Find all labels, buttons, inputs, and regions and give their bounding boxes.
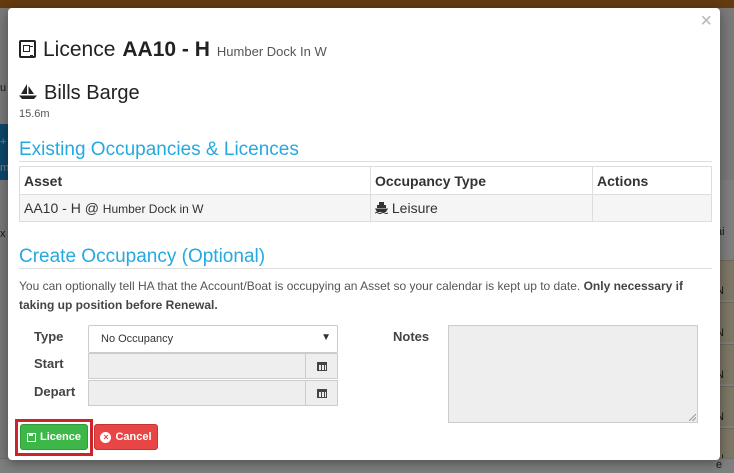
column-header-actions: Actions	[592, 166, 712, 195]
save-icon	[27, 432, 37, 442]
licence-modal: × Licence AA10 - H Humber Dock In W Bill…	[8, 8, 720, 460]
calendar-icon	[316, 388, 327, 398]
help-text-main: You can optionally tell HA that the Acco…	[19, 279, 581, 293]
boat-heading: Bills Barge	[19, 82, 140, 105]
licence-button[interactable]: Licence	[20, 424, 88, 450]
section-divider	[19, 161, 712, 162]
cancel-button[interactable]: × Cancel	[94, 424, 158, 450]
occupancies-table: Asset Occupancy Type Actions AA10 - H @ …	[19, 166, 712, 222]
occupancy-type-select[interactable]: No Occupancy ▼	[88, 325, 338, 353]
cancel-button-label: Cancel	[115, 431, 152, 443]
asset-cell: AA10 - H @ Humber Dock in W	[19, 194, 371, 222]
occupancy-type: Leisure	[391, 199, 438, 216]
resize-handle-icon[interactable]	[689, 414, 696, 421]
help-text: You can optionally tell HA that the Acco…	[19, 277, 709, 315]
start-date-input[interactable]	[88, 353, 306, 379]
table-row: AA10 - H @ Humber Dock in W Leisure	[19, 194, 712, 222]
asset-location: Humber Dock in W	[102, 202, 204, 216]
create-heading: Create Occupancy (Optional)	[19, 246, 266, 267]
depart-calendar-button[interactable]	[305, 380, 338, 406]
asset-code: AA10 - H @	[24, 200, 99, 216]
depart-label: Depart	[34, 384, 76, 399]
column-header-occupancy-type: Occupancy Type	[370, 166, 593, 195]
boat-icon	[19, 83, 37, 105]
column-header-asset: Asset	[19, 166, 371, 195]
section-divider	[19, 268, 712, 269]
calendar-icon	[316, 361, 327, 371]
start-label: Start	[34, 356, 64, 371]
chevron-down-icon: ▼	[321, 332, 331, 343]
notes-label: Notes	[393, 329, 430, 344]
depart-date-input[interactable]	[88, 380, 306, 406]
title-asset-code: AA10 - H	[122, 38, 210, 61]
boat-name: Bills Barge	[44, 82, 140, 104]
licence-icon	[19, 40, 36, 58]
close-icon[interactable]: ×	[700, 10, 712, 33]
existing-heading: Existing Occupancies & Licences	[19, 139, 299, 160]
close-circle-icon: ×	[100, 431, 112, 443]
boat-length: 15.6m	[19, 108, 50, 120]
title-location: Humber Dock In W	[216, 44, 327, 59]
occupancy-type-cell: Leisure	[370, 194, 593, 222]
actions-cell	[592, 194, 712, 222]
title-word: Licence	[43, 38, 116, 61]
modal-title: Licence AA10 - H Humber Dock In W	[19, 38, 327, 62]
licence-button-label: Licence	[40, 431, 81, 443]
type-label: Type	[34, 329, 64, 344]
ship-icon	[374, 201, 389, 217]
start-calendar-button[interactable]	[305, 353, 338, 379]
notes-textarea[interactable]	[448, 325, 698, 423]
occupancy-type-value: No Occupancy	[101, 333, 174, 345]
